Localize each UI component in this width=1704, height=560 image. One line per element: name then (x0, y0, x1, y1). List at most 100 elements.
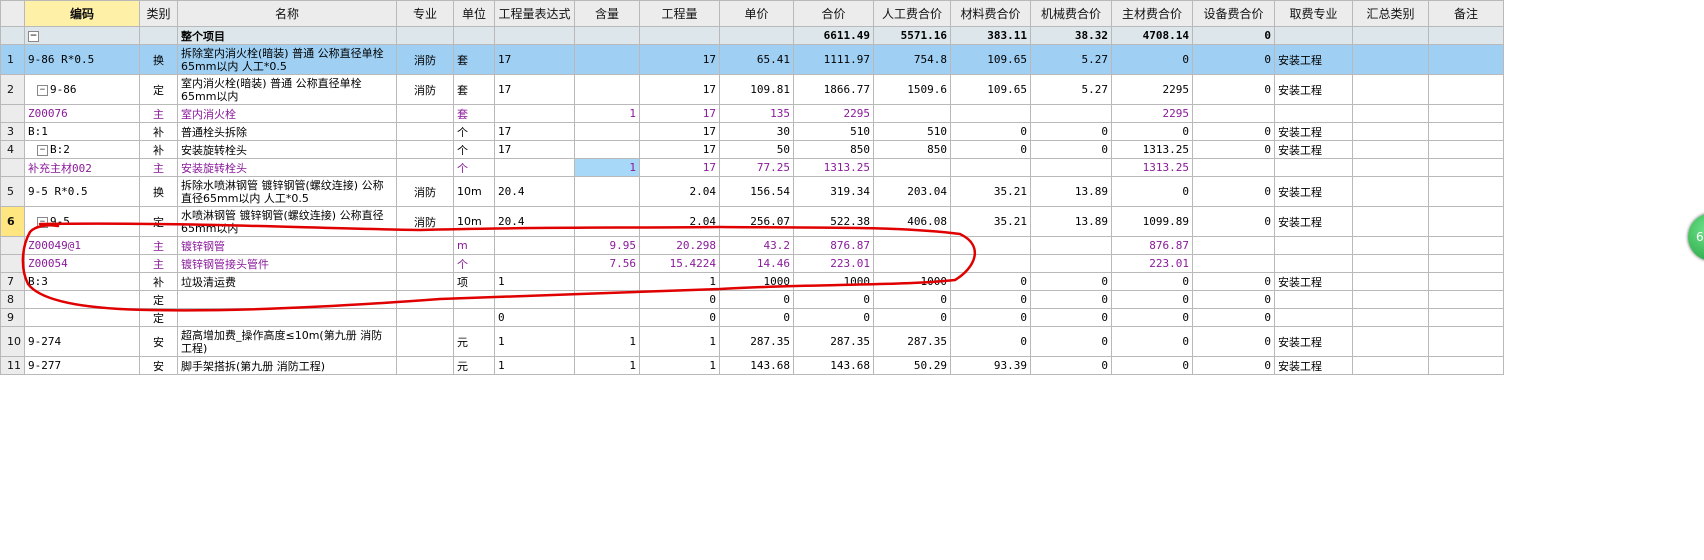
material-cell[interactable] (950, 254, 1031, 273)
summary-type-cell[interactable] (1352, 236, 1429, 255)
main-material-cell[interactable]: 2295 (1111, 74, 1193, 105)
total-amount-cell[interactable]: 510 (793, 122, 874, 141)
remarks-cell[interactable] (1428, 104, 1504, 123)
machine-cell[interactable]: 0 (1030, 326, 1112, 357)
fee-category-cell[interactable] (1274, 104, 1353, 123)
expr-cell[interactable]: 17 (494, 44, 575, 75)
summary-type-cell[interactable] (1352, 356, 1429, 375)
row-number[interactable]: 11 (0, 356, 25, 375)
table-row[interactable]: 4− B:2 补安装旋转栓头个 17 17 50 850 850 0 0 1313.25 0 安装工程 (0, 140, 1504, 159)
qty-cell[interactable] (639, 26, 720, 45)
material-cell[interactable]: 93.39 (950, 356, 1031, 375)
spec-cell[interactable]: 消防 (396, 44, 454, 75)
content-cell[interactable]: 1 (574, 356, 640, 375)
fee-category-cell[interactable]: 安装工程 (1274, 326, 1353, 357)
labor-cell[interactable]: 1509.6 (873, 74, 951, 105)
equipment-cell[interactable]: 0 (1192, 272, 1275, 291)
summary-type-cell[interactable] (1352, 104, 1429, 123)
spec-cell[interactable] (396, 26, 454, 45)
main-material-cell[interactable]: 876.87 (1111, 236, 1193, 255)
spec-cell[interactable] (396, 356, 454, 375)
expr-cell[interactable]: 17 (494, 140, 575, 159)
unit-cell[interactable]: 套 (453, 104, 495, 123)
machine-cell[interactable] (1030, 254, 1112, 273)
unit-cell[interactable]: 个 (453, 254, 495, 273)
col-header-equipment[interactable]: 设备费合价 (1192, 0, 1275, 27)
price-cell[interactable] (719, 26, 794, 45)
equipment-cell[interactable] (1192, 158, 1275, 177)
price-cell[interactable]: 135 (719, 104, 794, 123)
type-cell[interactable]: 定 (139, 74, 178, 105)
total-row[interactable]: − 整个项目 6611.49 5571.16 383.11 38.32 4708… (0, 26, 1504, 45)
main-material-cell[interactable]: 1099.89 (1111, 206, 1193, 237)
machine-cell[interactable]: 0 (1030, 122, 1112, 141)
summary-type-cell[interactable] (1352, 290, 1429, 309)
content-cell[interactable]: 7.56 (574, 254, 640, 273)
remarks-cell[interactable] (1428, 272, 1504, 291)
remarks-cell[interactable] (1428, 176, 1504, 207)
main-material-cell[interactable]: 223.01 (1111, 254, 1193, 273)
type-cell[interactable]: 补 (139, 122, 178, 141)
content-cell[interactable] (574, 206, 640, 237)
unit-cell[interactable] (453, 26, 495, 45)
machine-cell[interactable]: 0 (1030, 140, 1112, 159)
qty-cell[interactable]: 0 (639, 308, 720, 327)
collapse-icon[interactable]: − (28, 30, 39, 42)
expr-cell[interactable]: 1 (494, 356, 575, 375)
total-amount-cell[interactable]: 1000 (793, 272, 874, 291)
price-cell[interactable]: 43.2 (719, 236, 794, 255)
name-cell[interactable]: 镀锌钢管接头管件 (177, 254, 397, 273)
table-row[interactable]: 7 B:3 补垃圾清运费项 1 1 1000 1000 1000 0 0 0 0 安装工程 (0, 272, 1504, 291)
summary-type-cell[interactable] (1352, 74, 1429, 105)
row-number[interactable]: 7 (0, 272, 25, 291)
total-amount-cell[interactable]: 0 (793, 290, 874, 309)
table-row[interactable]: 5 9-5 R*0.5 换拆除水喷淋钢管 镀锌钢管(螺纹连接) 公称直径65mm以内… (0, 176, 1504, 207)
material-cell[interactable]: 109.65 (950, 74, 1031, 105)
code-cell[interactable]: −9-5 (24, 206, 140, 237)
row-number[interactable]: 9 (0, 308, 25, 327)
machine-cell[interactable]: 38.32 (1030, 26, 1112, 45)
col-header-summary-type[interactable]: 汇总类别 (1352, 0, 1429, 27)
equipment-cell[interactable]: 0 (1192, 122, 1275, 141)
material-cell[interactable] (950, 158, 1031, 177)
unit-cell[interactable]: 套 (453, 44, 495, 75)
col-header-type[interactable]: 类别 (139, 0, 178, 27)
code-cell[interactable]: 9-5 R*0.5 (24, 176, 140, 207)
material-cell[interactable]: 109.65 (950, 44, 1031, 75)
expr-cell[interactable]: 1 (494, 326, 575, 357)
qty-cell[interactable]: 15.4224 (639, 254, 720, 273)
fee-category-cell[interactable] (1274, 236, 1353, 255)
unit-cell[interactable]: 元 (453, 326, 495, 357)
content-cell[interactable]: 1 (574, 104, 640, 123)
col-header-spec[interactable]: 专业 (396, 0, 454, 27)
qty-cell[interactable]: 20.298 (639, 236, 720, 255)
spec-cell[interactable]: 消防 (396, 176, 454, 207)
code-cell[interactable]: Z00076 (24, 104, 140, 123)
unit-cell[interactable]: 套 (453, 74, 495, 105)
name-cell[interactable]: 室内消火栓 (177, 104, 397, 123)
labor-cell[interactable]: 5571.16 (873, 26, 951, 45)
qty-cell[interactable]: 2.04 (639, 176, 720, 207)
name-cell[interactable]: 水喷淋钢管 镀锌钢管(螺纹连接) 公称直径65mm以内 (177, 206, 397, 237)
table-sub-row[interactable]: Z00049@1 主镀锌钢管 m 9.95 20.298 43.2 876.87 876.87 (0, 236, 1504, 255)
qty-cell[interactable]: 1 (639, 326, 720, 357)
spec-cell[interactable] (396, 326, 454, 357)
type-cell[interactable]: 定 (139, 290, 178, 309)
table-row[interactable]: 3 B:1 补普通栓头拆除个 17 17 30 510 510 0 0 0 0 安装工程 (0, 122, 1504, 141)
row-number[interactable]: 4 (0, 140, 25, 159)
col-header-remarks[interactable]: 备注 (1428, 0, 1504, 27)
machine-cell[interactable]: 0 (1030, 308, 1112, 327)
material-cell[interactable]: 0 (950, 326, 1031, 357)
spec-cell[interactable] (396, 254, 454, 273)
expr-cell[interactable] (494, 254, 575, 273)
equipment-cell[interactable]: 0 (1192, 356, 1275, 375)
labor-cell[interactable] (873, 236, 951, 255)
content-cell[interactable] (574, 140, 640, 159)
machine-cell[interactable] (1030, 104, 1112, 123)
equipment-cell[interactable]: 0 (1192, 26, 1275, 45)
name-cell[interactable]: 垃圾清运费 (177, 272, 397, 291)
main-material-cell[interactable]: 0 (1111, 272, 1193, 291)
table-row[interactable]: 8定00000000 (0, 290, 1504, 309)
total-amount-cell[interactable]: 6611.49 (793, 26, 874, 45)
summary-type-cell[interactable] (1352, 158, 1429, 177)
